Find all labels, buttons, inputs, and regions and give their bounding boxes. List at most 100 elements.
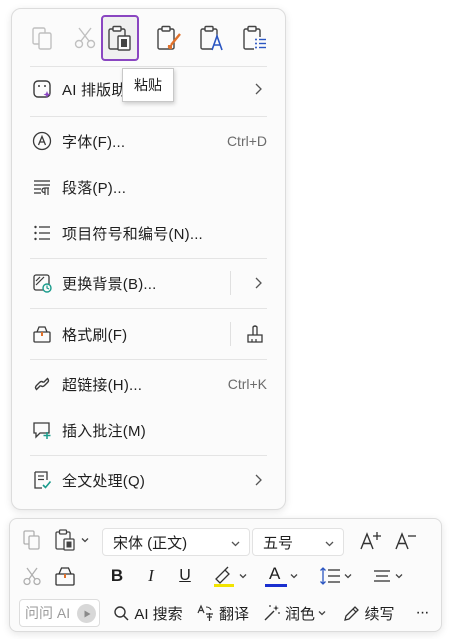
font-color-button[interactable]: A [262,563,302,589]
polish-button[interactable]: 润色 [260,599,330,627]
menu-item-label: 更换背景(B)... [62,275,157,293]
chevron-down-icon [395,574,403,579]
paste-text-only-button[interactable] [193,15,231,61]
copy-icon [23,530,40,550]
list-bullets-icon [32,223,52,243]
font-color-icon: A [265,564,287,588]
menu-item-label: 段落(P)... [62,179,127,197]
clipboard-paste-icon [55,529,75,551]
align-button[interactable] [368,563,408,589]
menu-item-bullets-numbering[interactable]: 项目符号和编号(N)... [12,213,285,253]
highlight-button[interactable] [210,563,250,589]
translate-button[interactable]: 翻译 [194,599,252,627]
chevron-down-icon [239,574,247,579]
more-button[interactable]: ··· [408,599,436,627]
menu-item-paragraph[interactable]: 段落(P)... [12,167,285,207]
paste-dropdown-button[interactable] [52,527,92,553]
format-painter-icon [32,324,52,344]
ask-ai-placeholder: 问问 AI [25,605,71,621]
increase-font-size-button[interactable] [357,528,383,554]
copy-button[interactable] [24,15,62,61]
paste-button[interactable] [101,15,139,61]
font-size-select[interactable]: 五号 [252,528,344,556]
menu-item-full-text-processing[interactable]: 全文处理(Q) [12,460,285,500]
scissors-icon [74,27,96,49]
align-center-icon [374,570,390,582]
continue-writing-label: 续写 [364,605,395,623]
chevron-right-icon [255,83,262,95]
divider [230,271,231,295]
clipboard-paste-icon [108,25,131,51]
divider [230,322,231,346]
chevron-down-icon [81,538,89,543]
link-icon [32,374,52,394]
ai-layout-icon [32,79,52,99]
bold-button[interactable]: B [105,563,129,589]
background-icon [32,273,52,293]
menu-item-label: 超链接(H)... [62,376,143,394]
italic-button[interactable]: I [139,563,163,589]
cut-button[interactable] [20,563,44,589]
decrease-font-size-button[interactable] [392,528,418,554]
paste-list-button[interactable] [236,15,274,61]
chevron-down-icon [318,611,326,616]
chevron-right-icon [255,474,262,486]
font-name-select[interactable]: 宋体 (正文) [102,528,250,556]
ai-search-label: AI 搜索 [134,605,183,623]
send-icon[interactable] [77,604,96,623]
underline-button[interactable]: U [173,563,197,589]
clipboard-brush-icon [157,25,181,50]
divider [30,258,267,259]
chevron-down-icon [290,574,298,579]
highlighter-icon [214,566,234,587]
brush-icon[interactable] [244,324,266,344]
chevron-down-icon [231,541,240,547]
ai-search-button[interactable]: AI 搜索 [110,599,186,627]
continue-writing-button[interactable]: 续写 [340,599,398,627]
comment-add-icon [32,420,52,440]
divider [30,359,267,360]
chevron-down-icon [344,574,352,579]
menu-item-hyperlink[interactable]: 超链接(H)... Ctrl+K [12,364,285,404]
font-circle-a-icon [32,131,52,151]
line-spacing-button[interactable] [316,563,356,589]
pen-icon [344,605,360,621]
chevron-down-icon [325,541,334,547]
clipboard-list-icon [243,25,267,50]
format-painter-icon [55,567,75,586]
menu-item-format-painter[interactable]: 格式刷(F) [12,314,285,354]
font-increase-icon [360,532,381,550]
menu-item-label: 格式刷(F) [62,326,128,344]
menu-item-change-background[interactable]: 更换背景(B)... [12,263,285,303]
line-spacing-icon [320,567,340,585]
menu-item-label: 全文处理(Q) [62,472,146,490]
magic-wand-icon [264,605,280,621]
translate-label: 翻译 [218,605,249,623]
font-decrease-icon [395,532,416,550]
menu-item-font[interactable]: 字体(F)... Ctrl+D [12,121,285,161]
document-check-icon [32,470,52,490]
ask-ai-input[interactable]: 问问 AI [19,599,100,627]
paste-keep-format-button[interactable] [150,15,188,61]
divider [30,308,267,309]
shortcut-text: Ctrl+K [227,376,267,392]
font-name-value: 宋体 (正文) [113,534,188,552]
shortcut-text: Ctrl+D [226,133,267,149]
menu-item-insert-comment[interactable]: 插入批注(M) [12,410,285,450]
divider [30,66,267,67]
paste-options-row [12,9,285,67]
search-icon [114,605,129,621]
cut-button[interactable] [66,15,104,61]
copy-icon [32,27,52,50]
menu-item-label: 插入批注(M) [62,422,146,440]
clipboard-text-icon [200,25,223,51]
polish-label: 润色 [284,605,315,623]
paragraph-icon [32,177,52,197]
format-painter-button[interactable] [52,563,78,589]
menu-item-label: 字体(F)... [62,133,126,151]
font-size-value: 五号 [263,534,294,552]
chevron-right-icon[interactable] [251,276,265,290]
divider [30,116,267,117]
copy-button[interactable] [20,528,44,552]
font-color-letter: A [269,564,281,583]
